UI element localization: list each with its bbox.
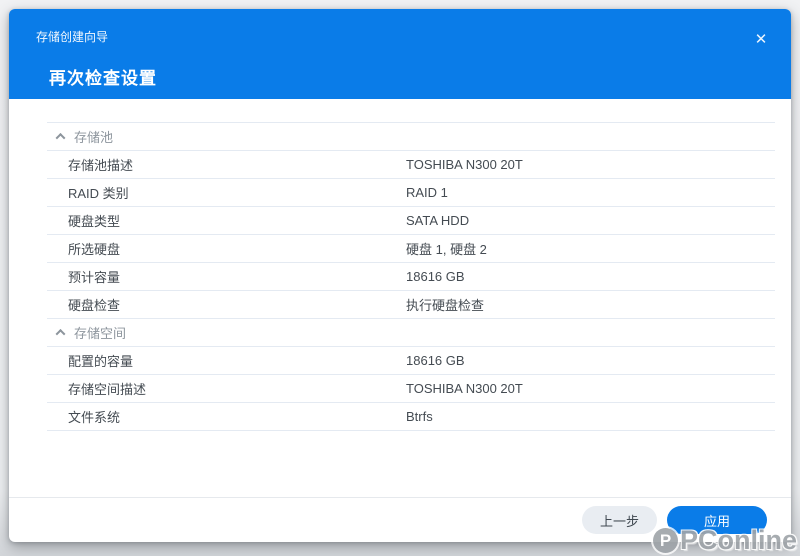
row-label: 所选硬盘 bbox=[68, 242, 121, 257]
row-value: RAID 1 bbox=[406, 185, 448, 200]
summary-row: 所选硬盘 硬盘 1, 硬盘 2 bbox=[47, 235, 775, 263]
row-label: RAID 类别 bbox=[68, 186, 129, 201]
step-title: 再次检查设置 bbox=[49, 69, 157, 88]
row-label: 文件系统 bbox=[68, 410, 121, 425]
storage-wizard-dialog: 存储创建向导 再次检查设置 ✕ 存储池存储池描述 TOSHIBA N300 20T… bbox=[9, 9, 791, 542]
row-label: 配置的容量 bbox=[68, 354, 134, 369]
row-value: TOSHIBA N300 20T bbox=[406, 157, 523, 172]
section-header[interactable]: 存储池 bbox=[47, 123, 775, 151]
section-header[interactable]: 存储空间 bbox=[47, 319, 775, 347]
summary-row: RAID 类别 RAID 1 bbox=[47, 179, 775, 207]
row-value: 硬盘 1, 硬盘 2 bbox=[406, 242, 487, 257]
apply-button[interactable]: 应用 bbox=[667, 506, 767, 534]
summary-row: 存储空间描述 TOSHIBA N300 20T bbox=[47, 375, 775, 403]
row-value: SATA HDD bbox=[406, 213, 470, 228]
dialog-footer: 上一步 应用 bbox=[9, 497, 791, 542]
wizard-title: 存储创建向导 bbox=[36, 30, 109, 44]
settings-summary-list: 存储池存储池描述 TOSHIBA N300 20T RAID 类别 RAID 1 硬盘类… bbox=[47, 122, 775, 431]
row-value: Btrfs bbox=[406, 409, 433, 424]
row-value: 18616 GB bbox=[406, 353, 465, 368]
section-title: 存储空间 bbox=[74, 326, 127, 341]
chevron-up-icon bbox=[55, 328, 66, 339]
row-value: TOSHIBA N300 20T bbox=[406, 381, 523, 396]
row-value: 18616 GB bbox=[406, 269, 465, 284]
back-button[interactable]: 上一步 bbox=[581, 506, 657, 534]
summary-row: 存储池描述 TOSHIBA N300 20T bbox=[47, 151, 775, 179]
section-title: 存储池 bbox=[74, 130, 114, 145]
row-label: 预计容量 bbox=[68, 270, 121, 285]
summary-row: 文件系统 Btrfs bbox=[47, 403, 775, 431]
row-label: 存储池描述 bbox=[68, 158, 134, 173]
summary-row: 配置的容量 18616 GB bbox=[47, 347, 775, 375]
chevron-up-icon bbox=[55, 132, 66, 143]
row-label: 存储空间描述 bbox=[68, 382, 147, 397]
row-value: 执行硬盘检查 bbox=[406, 298, 485, 313]
summary-row: 预计容量 18616 GB bbox=[47, 263, 775, 291]
row-label: 硬盘检查 bbox=[68, 298, 121, 313]
summary-row: 硬盘类型 SATA HDD bbox=[47, 207, 775, 235]
dialog-header: 存储创建向导 再次检查设置 ✕ bbox=[9, 9, 791, 99]
row-label: 硬盘类型 bbox=[68, 214, 121, 229]
close-icon[interactable]: ✕ bbox=[748, 26, 774, 52]
summary-row: 硬盘检查 执行硬盘检查 bbox=[47, 291, 775, 319]
